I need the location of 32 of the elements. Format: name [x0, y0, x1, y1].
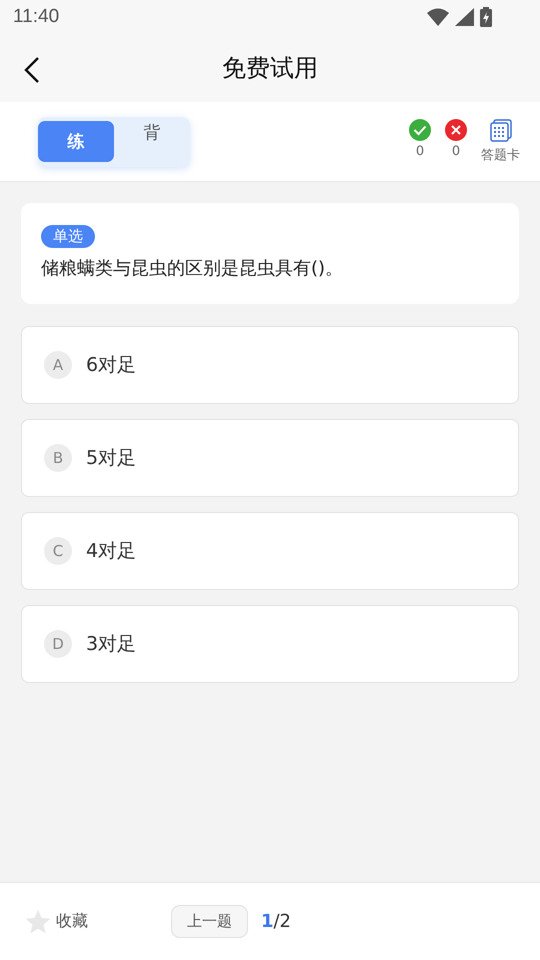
option-text: 3对足 [86, 632, 136, 657]
answer-option[interactable]: A 6对足 [21, 326, 519, 404]
answer-option[interactable]: B 5对足 [21, 419, 519, 497]
mode-tab[interactable]: 背 [114, 116, 190, 148]
cross-icon [445, 119, 467, 141]
page-total: /2 [273, 911, 291, 932]
previous-question-button[interactable]: 上一题 [170, 905, 248, 938]
option-text: 6对足 [86, 353, 136, 378]
question-type-badge: 单选 [41, 225, 95, 248]
status-time: 11:40 [13, 6, 60, 28]
favorite-button[interactable]: 收藏 [24, 908, 88, 936]
page-title: 免费试用 [222, 53, 318, 84]
mode-tab[interactable]: 练 [38, 120, 114, 162]
option-text: 5对足 [86, 446, 136, 471]
option-letter: D [44, 630, 72, 658]
stat-count: 0 [416, 144, 424, 159]
current-page: 1 [260, 911, 274, 932]
option-letter: C [44, 537, 72, 565]
option-letter: A [44, 351, 72, 379]
option-text: 4对足 [86, 539, 136, 564]
answer-card-label[interactable]: 答题卡 [481, 146, 520, 164]
option-letter: B [44, 444, 72, 472]
question-text: 储粮螨类与昆虫的区别是昆虫具有()。 [41, 257, 344, 280]
check-icon [409, 119, 431, 141]
grid-card-icon[interactable] [488, 119, 512, 143]
answer-option[interactable]: C 4对足 [21, 512, 519, 590]
stat-count: 0 [452, 144, 460, 159]
back-icon[interactable] [22, 56, 42, 84]
signal-icon [455, 8, 474, 26]
wifi-icon [427, 8, 449, 26]
battery-icon [480, 7, 492, 27]
answer-option[interactable]: D 3对足 [21, 605, 519, 683]
